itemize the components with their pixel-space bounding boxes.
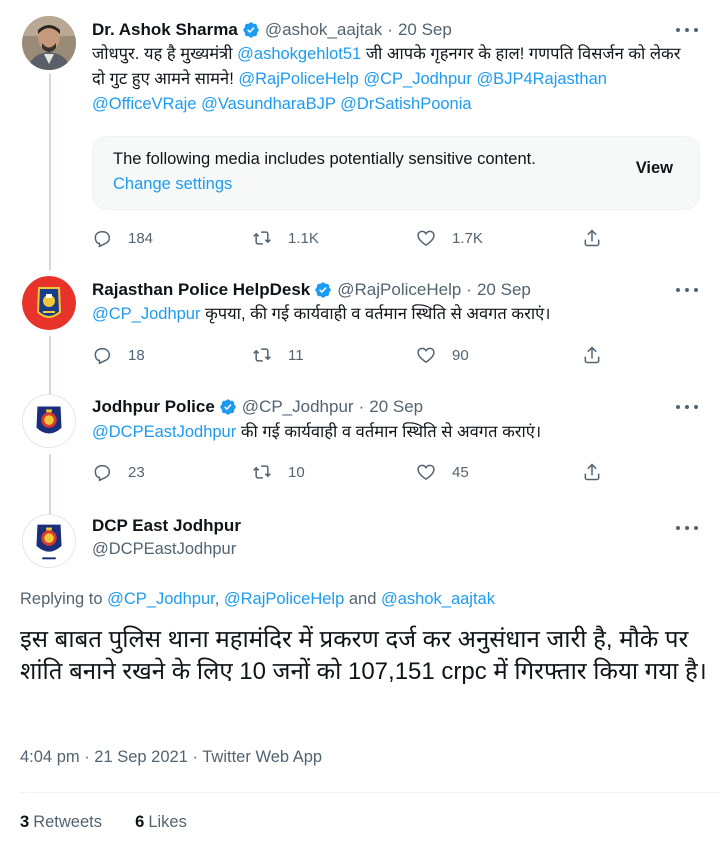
like-count: 90 xyxy=(452,346,469,364)
author-handle[interactable]: @CP_Jodhpur xyxy=(242,397,354,417)
retweet-icon xyxy=(253,348,271,362)
author-name[interactable]: Jodhpur Police xyxy=(92,397,215,417)
thread-line xyxy=(49,74,51,270)
mention-link[interactable]: @ashok_aajtak xyxy=(381,590,495,608)
heart-icon xyxy=(417,230,435,246)
separator-dot: · xyxy=(358,397,365,416)
retweet-button[interactable]: 11 xyxy=(252,344,304,366)
reply-icon xyxy=(94,348,111,365)
divider xyxy=(20,792,720,793)
retweet-icon xyxy=(253,231,271,245)
like-button[interactable]: 90 xyxy=(416,344,469,366)
share-button[interactable] xyxy=(582,227,618,249)
reply-button[interactable]: 18 xyxy=(92,344,145,366)
avatar[interactable] xyxy=(22,514,76,568)
thread-line xyxy=(49,336,51,394)
view-button[interactable]: View xyxy=(636,159,673,178)
reply-count: 18 xyxy=(128,346,145,364)
tweet-meta: 4:04 pm · 21 Sep 2021 · Twitter Web App xyxy=(20,748,323,766)
like-button[interactable]: 1.7K xyxy=(416,227,483,249)
verified-badge-icon xyxy=(243,22,259,38)
mention-link[interactable]: @RajPoliceHelp xyxy=(238,70,358,88)
retweet-count: 10 xyxy=(288,463,305,481)
tweet-actions: 184 1.1K 1.7K xyxy=(92,227,612,249)
reply-button[interactable]: 23 xyxy=(92,461,145,483)
tweet-text: @DCPEastJodhpur की गई कार्यवाही व वर्तमा… xyxy=(92,423,542,441)
heart-icon xyxy=(417,464,435,480)
mention-link[interactable]: @DrSatishPoonia xyxy=(340,95,471,113)
reply-icon xyxy=(94,465,111,482)
more-options-icon[interactable] xyxy=(676,518,698,538)
retweet-count: 11 xyxy=(288,346,304,364)
more-options-icon[interactable] xyxy=(676,397,698,417)
avatar[interactable] xyxy=(22,16,76,70)
like-count: 1.7K xyxy=(452,229,483,247)
tweet-actions: 18 11 90 xyxy=(92,344,612,366)
share-icon xyxy=(584,463,600,481)
likes-stat[interactable]: 6 Likes xyxy=(135,813,187,831)
share-button[interactable] xyxy=(582,461,618,483)
retweet-button[interactable]: 1.1K xyxy=(252,227,319,249)
sensitive-message: The following media includes potentially… xyxy=(113,150,536,168)
mention-link[interactable]: @ashokgehlot51 xyxy=(237,45,361,63)
author-name[interactable]: DCP East Jodhpur xyxy=(92,516,241,536)
author-name[interactable]: Rajasthan Police HelpDesk xyxy=(92,280,310,300)
tweet-date[interactable]: 20 Sep xyxy=(369,397,423,417)
replying-to: Replying to @CP_Jodhpur, @RajPoliceHelp … xyxy=(20,590,495,608)
tweet-date[interactable]: 20 Sep xyxy=(398,20,452,40)
reply-count: 184 xyxy=(128,229,154,247)
mention-link[interactable]: @CP_Jodhpur xyxy=(363,70,471,88)
main-tweet-text: इस बाबत पुलिस थाना महामंदिर में प्रकरण द… xyxy=(20,626,707,685)
verified-badge-icon xyxy=(315,282,331,298)
sensitive-media-notice: The following media includes potentially… xyxy=(92,136,700,210)
mention-link[interactable]: @CP_Jodhpur xyxy=(92,305,200,323)
more-options-icon[interactable] xyxy=(676,20,698,40)
separator-dot: · xyxy=(387,20,393,39)
engagement-stats: 3 Retweets 6 Likes xyxy=(20,813,187,832)
avatar[interactable] xyxy=(22,276,76,330)
mention-link[interactable]: @RajPoliceHelp xyxy=(224,590,344,608)
tweet-source[interactable]: Twitter Web App xyxy=(202,748,322,766)
mention-link[interactable]: @DCPEastJodhpur xyxy=(92,423,236,441)
author-handle[interactable]: @ashok_aajtak xyxy=(265,20,382,40)
author-name[interactable]: Dr. Ashok Sharma xyxy=(92,20,238,40)
verified-badge-icon xyxy=(220,399,236,415)
share-button[interactable] xyxy=(582,344,618,366)
like-button[interactable]: 45 xyxy=(416,461,469,483)
retweet-count: 1.1K xyxy=(288,229,319,247)
retweets-stat[interactable]: 3 Retweets xyxy=(20,813,102,831)
reply-icon xyxy=(94,231,111,248)
change-settings-link[interactable]: Change settings xyxy=(113,172,232,197)
tweet-date[interactable]: 20 Sep xyxy=(477,280,531,300)
share-icon xyxy=(584,346,600,364)
more-options-icon[interactable] xyxy=(676,280,698,300)
tweet-full-date[interactable]: 21 Sep 2021 xyxy=(94,748,188,766)
author-handle[interactable]: @DCPEastJodhpur xyxy=(92,540,236,559)
mention-link[interactable]: @OfficeVRaje xyxy=(92,95,197,113)
heart-icon xyxy=(417,347,435,363)
retweet-icon xyxy=(253,465,271,479)
tweet-text: जोधपुर. यह है मुख्यमंत्री @ashokgehlot51… xyxy=(92,45,681,113)
tweet-time[interactable]: 4:04 pm xyxy=(20,748,80,766)
mention-link[interactable]: @BJP4Rajasthan xyxy=(476,70,607,88)
avatar[interactable] xyxy=(22,394,76,448)
reply-button[interactable]: 184 xyxy=(92,227,153,249)
mention-link[interactable]: @VasundharaBJP xyxy=(201,95,335,113)
retweet-button[interactable]: 10 xyxy=(252,461,305,483)
reply-count: 23 xyxy=(128,463,145,481)
thread-line xyxy=(49,454,51,514)
mention-link[interactable]: @CP_Jodhpur xyxy=(107,590,215,608)
like-count: 45 xyxy=(452,463,469,481)
author-handle[interactable]: @RajPoliceHelp xyxy=(337,280,461,300)
tweet-text: @CP_Jodhpur कृपया, की गई कार्यवाही व वर्… xyxy=(92,305,551,323)
tweet-actions: 23 10 45 xyxy=(92,461,612,483)
separator-dot: · xyxy=(466,280,472,299)
share-icon xyxy=(584,229,600,247)
